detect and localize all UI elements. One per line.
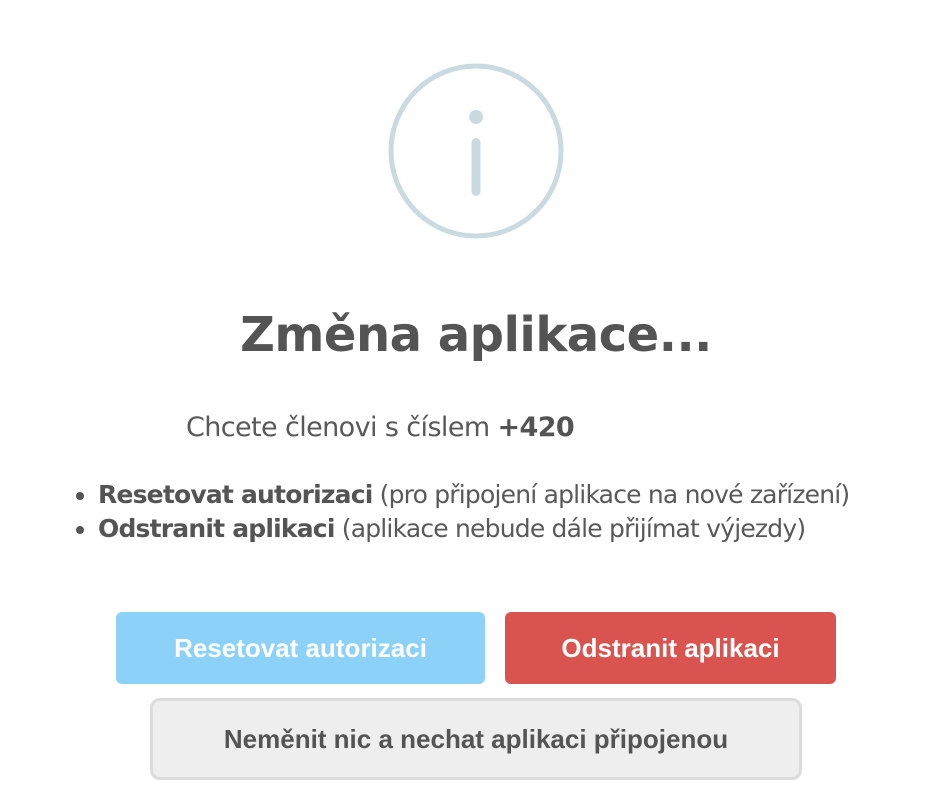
dialog-title: Změna aplikace... [240, 307, 712, 363]
option-item-remove: Odstranit aplikaci (aplikace nebude dále… [72, 512, 932, 546]
option-label: Resetovat autorizaci [98, 480, 373, 509]
option-description: (aplikace nebude dále přijímat výjezdy) [334, 514, 806, 543]
bullet-icon [76, 492, 84, 500]
change-app-dialog: Změna aplikace... Chcete členovi s čísle… [0, 0, 952, 810]
reset-authorization-button[interactable]: Resetovat autorizaci [116, 612, 485, 684]
option-item-reset: Resetovat autorizaci (pro připojení apli… [72, 478, 932, 512]
remove-app-button[interactable]: Odstranit aplikaci [505, 612, 836, 684]
options-list: Resetovat autorizaci (pro připojení apli… [72, 478, 932, 546]
option-label: Odstranit aplikaci [98, 514, 335, 543]
info-icon [388, 63, 564, 239]
bullet-icon [76, 526, 84, 534]
dialog-question: Chcete členovi s číslem +420 [186, 408, 596, 448]
option-description: (pro připojení aplikace na nové zařízení… [372, 480, 851, 509]
question-text: Chcete členovi s číslem [186, 412, 498, 443]
keep-app-button[interactable]: Neměnit nic a nechat aplikaci připojenou [150, 698, 802, 780]
phone-number: +420 [497, 412, 575, 443]
